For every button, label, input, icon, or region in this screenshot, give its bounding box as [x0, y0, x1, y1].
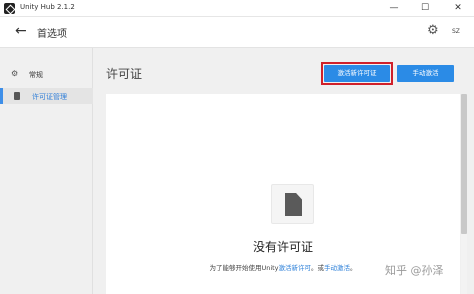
sidebar-item-label: 许可证管理	[32, 93, 67, 101]
page-title: 首选项	[37, 29, 67, 40]
sidebar-item-label: 常规	[29, 71, 43, 79]
close-button[interactable]: ✕	[446, 0, 470, 17]
user-avatar[interactable]: SZ	[452, 28, 460, 35]
empty-state-icon-box	[271, 184, 314, 224]
maximize-button[interactable]: ☐	[413, 0, 437, 17]
gear-icon: ⚙	[11, 69, 19, 78]
empty-state-title: 没有许可证	[252, 240, 313, 254]
scrollbar-thumb[interactable]	[461, 94, 467, 234]
unity-hub-window: Unity Hub 2.1.2 — ☐ ✕ ← 首选项 ⚙ SZ ⚙ 常规 许可…	[0, 0, 474, 294]
manual-activation-button[interactable]: 手动激活	[397, 65, 454, 82]
license-main: 许可证 激活新许可证 手动激活 没有许可证 为了能够开始使用Unity激活新许可…	[93, 48, 474, 294]
activate-new-license-link[interactable]: 激活新许可	[279, 264, 312, 272]
activate-new-license-button[interactable]: 激活新许可证	[324, 65, 390, 82]
title-bar: Unity Hub 2.1.2 — ☐ ✕	[0, 0, 474, 17]
section-title: 许可证	[106, 67, 143, 81]
sidebar-item-license-management[interactable]: 许可证管理	[0, 88, 93, 104]
unity-logo-icon	[4, 3, 15, 14]
minimize-button[interactable]: —	[382, 0, 406, 17]
hint-text: 为了能够开始使用Unity	[209, 264, 279, 272]
back-arrow-icon[interactable]: ←	[15, 23, 27, 39]
watermark: 知乎 @孙泽	[385, 264, 444, 277]
sidebar-item-general[interactable]: ⚙ 常规	[0, 66, 93, 82]
hint-text: 。	[350, 264, 357, 272]
document-icon	[14, 92, 20, 100]
settings-gear-icon[interactable]: ⚙	[427, 23, 439, 38]
preferences-header: ← 首选项 ⚙ SZ	[0, 17, 474, 48]
manual-activation-link[interactable]: 手动激活	[324, 264, 350, 272]
window-title: Unity Hub 2.1.2	[20, 3, 75, 11]
hint-text: 。或	[311, 264, 325, 272]
preferences-sidebar: ⚙ 常规 许可证管理	[0, 48, 93, 294]
document-icon	[285, 193, 302, 216]
